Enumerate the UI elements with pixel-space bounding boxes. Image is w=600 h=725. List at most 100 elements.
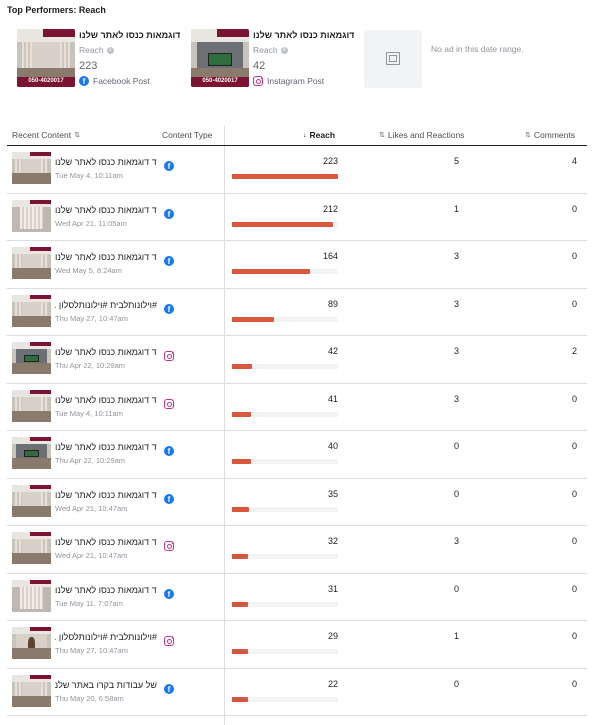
reach-value: 22 [327, 678, 338, 689]
comments-value: 0 [571, 536, 577, 546]
post-thumbnail[interactable] [12, 294, 51, 327]
sort-icon: ⇅ [74, 132, 80, 139]
post-thumbnail[interactable]: 050-4020017 [191, 29, 249, 87]
post-caption[interactable]: של עבודות בקרו באתר שלנו [55, 680, 157, 690]
comments-value: 4 [571, 156, 577, 166]
comments-value: 0 [571, 678, 577, 689]
reach-value: 89 [327, 298, 338, 309]
reach-bar-track [232, 459, 338, 464]
reach-value: 32 [327, 536, 338, 546]
empty-ad-message: No ad in this date range. [431, 44, 524, 54]
top-performer-card-2[interactable]: 050-4020017 דוגמאות כנסו לאתר שלנו Reach… [191, 29, 361, 89]
reach-bar [232, 174, 338, 179]
post-caption[interactable]: ד דוגמאות כנסו לאתר שלנו [55, 347, 157, 357]
column-header-comments[interactable]: ⇅ Comments [525, 130, 575, 140]
info-icon[interactable]: i [280, 46, 288, 54]
post-thumbnail[interactable] [12, 484, 51, 517]
post-date: Tue May 11, 7:07am [55, 598, 123, 608]
table-row[interactable]: #וילונותלבית #וילונותלסלון ... Thu May 27… [7, 289, 587, 336]
post-thumbnail[interactable] [12, 532, 51, 564]
post-caption[interactable]: ד דוגמאות כנסו לאתר שלנו [55, 205, 157, 215]
post-thumbnail[interactable] [12, 152, 51, 184]
table-row[interactable]: ד דוגמאות כנסו לאתר שלנו Wed May 5, 8:24a… [7, 241, 587, 289]
reach-value: 42 [327, 346, 338, 356]
comments-value: 2 [571, 346, 577, 356]
column-header-recent-content[interactable]: Recent Content ⇅ [12, 130, 80, 140]
post-thumbnail[interactable] [12, 199, 51, 232]
facebook-icon: f [164, 493, 174, 504]
post-thumbnail[interactable] [12, 437, 51, 469]
facebook-icon: f [164, 588, 174, 599]
comments-value: 0 [571, 488, 577, 499]
table-row[interactable]: ד דוגמאות כנסו לאתר שלנו Tue May 11, 7:07… [7, 574, 587, 621]
table-row[interactable]: של עבודות בקרו באתר שלנו Thu May 20, 6:58… [7, 669, 587, 716]
content-type [164, 348, 174, 366]
column-header-reach[interactable]: ↓ Reach [303, 130, 335, 140]
table-row[interactable]: ד דוגמאות כנסו לאתר שלנו Tue May 4, 10:11… [7, 146, 587, 194]
post-thumbnail[interactable] [12, 342, 51, 374]
post-thumbnail[interactable] [12, 627, 51, 659]
content-type: f [164, 586, 174, 604]
reach-bar-track [232, 601, 338, 607]
reach-value: 31 [327, 583, 338, 594]
table-row[interactable]: ד דוגמאות כנסו לאתר שלנו Wed Apr 21, 11:0… [7, 194, 587, 241]
content-type: f [164, 301, 174, 319]
post-date: Tue May 4, 10:11am [55, 171, 123, 180]
reach-bar-track [232, 364, 338, 369]
post-thumbnail[interactable] [12, 247, 51, 279]
info-icon[interactable]: i [106, 46, 114, 54]
post-thumbnail[interactable] [12, 674, 51, 707]
column-header-content-type[interactable]: Content Type [162, 130, 212, 140]
post-caption[interactable]: ד דוגמאות כנסו לאתר שלנו [55, 157, 157, 167]
post-date: Thu May 20, 6:58am [55, 693, 124, 703]
comments-value: 0 [571, 251, 577, 261]
facebook-icon: f [164, 161, 174, 171]
section-title: Top Performers: Reach [7, 5, 106, 15]
reach-value: 223 [322, 156, 338, 166]
facebook-icon: f [79, 76, 89, 86]
reach-bar [232, 554, 248, 559]
post-date: Wed May 5, 8:24am [55, 266, 122, 275]
post-caption[interactable]: דוגמאות כנסו לאתר שלנו [253, 30, 363, 40]
post-caption[interactable]: #וילונותלבית #וילונותלסלון ... [55, 632, 157, 642]
reach-bar-track [232, 649, 338, 654]
post-caption[interactable]: ד דוגמאות כנסו לאתר שלנו [55, 585, 157, 595]
reach-bar [232, 269, 310, 274]
post-caption[interactable]: דוגמאות כנסו לאתר שלנו [79, 30, 189, 40]
post-thumbnail[interactable] [12, 389, 51, 422]
likes-value: 0 [453, 488, 459, 499]
table-row[interactable]: ד דוגמאות כנסו לאתר שלנו Tue May 4, 10:11… [7, 384, 587, 431]
likes-value: 3 [453, 393, 459, 404]
reach-bar-track [232, 506, 338, 512]
reach-bar-track [232, 316, 338, 322]
table-row[interactable]: #וילונותלבית #וילונותלסלון ... Thu May 27… [7, 621, 587, 669]
reach-bar-track [232, 269, 338, 274]
top-performer-card-1[interactable]: 050-4020017 דוגמאות כנסו לאתר שלנו Reach… [17, 29, 187, 89]
post-caption[interactable]: ד דוגמאות כנסו לאתר שלנו [55, 490, 157, 500]
content-type [164, 538, 174, 556]
post-caption[interactable]: ד דוגמאות כנסו לאתר שלנו [55, 252, 157, 262]
column-header-likes[interactable]: ⇅ Likes and Reactions [379, 130, 464, 140]
post-thumbnail[interactable] [12, 579, 51, 612]
empty-ad-placeholder [364, 30, 422, 88]
likes-value: 0 [453, 583, 459, 594]
table-row[interactable]: ד דוגמאות כנסו לאתר שלנו Wed Apr 21, 10:4… [7, 526, 587, 574]
post-caption[interactable]: #וילונותלבית #וילונותלסלון ... [55, 300, 157, 310]
post-thumbnail[interactable]: 050-4020017 [17, 29, 75, 87]
ad-placeholder-icon [386, 52, 400, 65]
likes-value: 1 [453, 631, 459, 641]
sort-descending-icon: ↓ [303, 131, 307, 139]
likes-value: 5 [453, 156, 459, 166]
content-type: f [164, 681, 174, 699]
post-caption[interactable]: ד דוגמאות כנסו לאתר שלנו [55, 442, 157, 452]
comments-value: 0 [571, 583, 577, 594]
post-caption[interactable]: ד דוגמאות כנסו לאתר שלנו [55, 537, 157, 547]
phone-number: 050-4020017 [191, 76, 249, 87]
post-date: Wed Apr 21, 10:47am [55, 503, 128, 513]
table-row[interactable]: ד דוגמאות כנסו לאתר שלנו Thu Apr 22, 10:2… [7, 336, 587, 384]
table-row[interactable]: ד דוגמאות כנסו לאתר שלנו Wed Apr 21, 10:4… [7, 479, 587, 526]
post-caption[interactable]: ד דוגמאות כנסו לאתר שלנו [55, 395, 157, 405]
table-row[interactable]: ד דוגמאות כנסו לאתר שלנו Thu Apr 22, 10:2… [7, 431, 587, 479]
facebook-icon: f [164, 683, 174, 694]
reach-bar [232, 649, 248, 654]
